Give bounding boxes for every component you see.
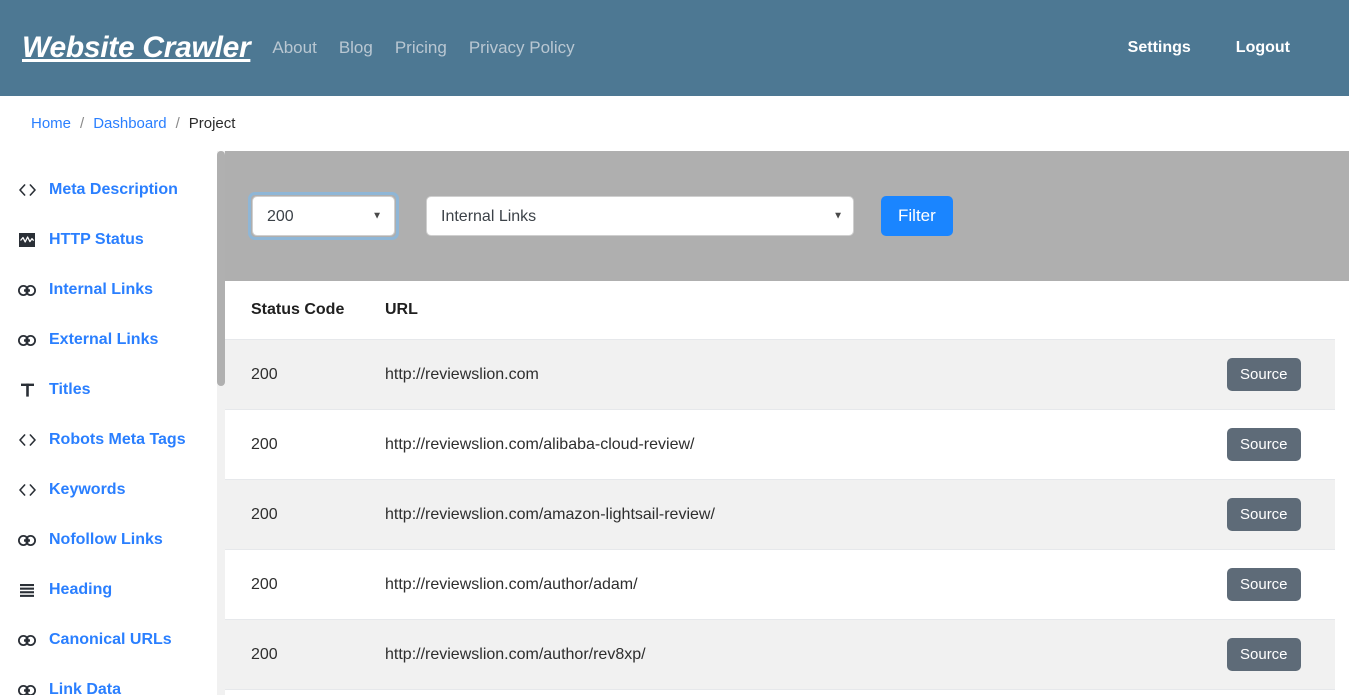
table-header-row: Status Code URL xyxy=(225,281,1335,340)
sidebar-item-label: Internal Links xyxy=(49,281,154,298)
cell-action: Source xyxy=(1227,409,1335,480)
code-brackets-icon xyxy=(16,434,38,446)
cell-status-code: 200 xyxy=(225,339,372,410)
link-chain-icon xyxy=(16,634,38,646)
table-row: 200 http://reviewslion.com/author/rev8xp… xyxy=(225,619,1335,690)
nav-link-privacy-policy[interactable]: Privacy Policy xyxy=(469,38,575,58)
table-row: 200 http://reviewslion.com/alibaba-cloud… xyxy=(225,409,1335,480)
cell-status-code: 200 xyxy=(225,409,372,480)
cell-url: http://reviewslion.com/alibaba-cloud-rev… xyxy=(372,409,1227,480)
sidebar-item-canonical-urls[interactable]: Canonical URLs xyxy=(0,615,225,665)
column-header-status-code: Status Code xyxy=(225,281,372,340)
cell-url: http://reviewslion.com/amazon-lightsail-… xyxy=(372,479,1227,550)
source-button[interactable]: Source xyxy=(1227,428,1301,461)
sidebar-item-meta-description[interactable]: Meta Description xyxy=(0,165,225,215)
sidebar-scrollbar[interactable] xyxy=(217,151,225,695)
sidebar-item-keywords[interactable]: Keywords xyxy=(0,465,225,515)
account-nav-links: Settings Logout xyxy=(1128,39,1325,57)
status-code-select-wrapper[interactable]: 200 ▼ xyxy=(248,192,399,240)
sidebar-scrollbar-thumb[interactable] xyxy=(217,151,225,386)
source-button[interactable]: Source xyxy=(1227,568,1301,601)
code-brackets-icon xyxy=(16,484,38,496)
cell-status-code: 200 xyxy=(225,479,372,550)
cell-url: http://reviewslion.com/author/rev8xp/ xyxy=(372,619,1227,690)
sidebar-item-label: External Links xyxy=(49,331,159,348)
sidebar-item-label: Keywords xyxy=(49,481,126,498)
sidebar-item-label: Link Data xyxy=(49,681,122,695)
breadcrumb-item-home[interactable]: Home xyxy=(31,115,71,132)
sidebar-item-label: Heading xyxy=(49,581,113,598)
breadcrumb: Home / Dashboard / Project xyxy=(0,96,1349,151)
source-button[interactable]: Source xyxy=(1227,358,1301,391)
cell-url: http://reviewslion.com/author/adam/ xyxy=(372,549,1227,620)
nav-link-settings[interactable]: Settings xyxy=(1128,39,1191,57)
sidebar-item-titles[interactable]: Titles xyxy=(0,365,225,415)
code-brackets-icon xyxy=(16,184,38,196)
results-table-container: Status Code URL 200 http://reviewslion.c… xyxy=(225,281,1335,695)
sidebar-item-label: HTTP Status xyxy=(49,231,144,248)
cell-action: Source xyxy=(1227,619,1335,690)
top-navigation-bar: Website Crawler About Blog Pricing Priva… xyxy=(0,0,1349,96)
cell-url: http://reviewslion.com xyxy=(372,339,1227,410)
link-type-select[interactable]: Internal Links xyxy=(426,196,854,236)
cell-url: http://reviewslion.com/author/rev8xp/pag… xyxy=(372,689,1227,695)
link-chain-icon xyxy=(16,284,38,296)
page-body: Meta Description HTTP Status Internal Li… xyxy=(0,151,1349,695)
table-row: 200 http://reviewslion.com/author/adam/ … xyxy=(225,549,1335,620)
cell-action: Source xyxy=(1227,479,1335,550)
sidebar-item-robots-meta-tags[interactable]: Robots Meta Tags xyxy=(0,415,225,465)
text-t-icon xyxy=(16,383,38,397)
link-chain-icon xyxy=(16,534,38,546)
source-button[interactable]: Source xyxy=(1227,638,1301,671)
filter-button[interactable]: Filter xyxy=(881,196,953,236)
table-row: 200 http://reviewslion.com/amazon-lights… xyxy=(225,479,1335,550)
breadcrumb-item-project: Project xyxy=(188,115,236,132)
status-code-select[interactable]: 200 xyxy=(252,196,395,236)
nav-link-logout[interactable]: Logout xyxy=(1236,39,1290,57)
nav-link-about[interactable]: About xyxy=(272,38,316,58)
breadcrumb-separator: / xyxy=(175,115,180,132)
sidebar-item-label: Robots Meta Tags xyxy=(49,431,186,448)
sidebar-item-label: Titles xyxy=(49,381,91,398)
sidebar-item-label: Canonical URLs xyxy=(49,631,172,648)
breadcrumb-separator: / xyxy=(80,115,85,132)
cell-action: Source xyxy=(1227,339,1335,410)
breadcrumb-item-dashboard[interactable]: Dashboard xyxy=(93,115,166,132)
cell-action: Source xyxy=(1227,549,1335,620)
results-table: Status Code URL 200 http://reviewslion.c… xyxy=(225,281,1335,695)
table-row: 200 http://reviewslion.com Source xyxy=(225,339,1335,410)
column-header-action xyxy=(1227,281,1335,340)
cell-status-code: 200 xyxy=(225,549,372,620)
source-button[interactable]: Source xyxy=(1227,498,1301,531)
primary-nav-links: About Blog Pricing Privacy Policy xyxy=(272,38,574,58)
sidebar-item-internal-links[interactable]: Internal Links xyxy=(0,265,225,315)
table-head: Status Code URL xyxy=(225,281,1335,340)
sidebar-item-http-status[interactable]: HTTP Status xyxy=(0,215,225,265)
sidebar-item-link-data[interactable]: Link Data xyxy=(0,665,225,695)
table-row: 200 http://reviewslion.com/author/rev8xp… xyxy=(225,689,1335,695)
list-lines-icon xyxy=(16,583,38,597)
link-chain-icon xyxy=(16,684,38,695)
nav-link-blog[interactable]: Blog xyxy=(339,38,373,58)
sidebar-item-heading[interactable]: Heading xyxy=(0,565,225,615)
sidebar-item-label: Meta Description xyxy=(49,181,178,198)
cell-status-code: 200 xyxy=(225,619,372,690)
sidebar-item-external-links[interactable]: External Links xyxy=(0,315,225,365)
table-body: 200 http://reviewslion.com Source 200 ht… xyxy=(225,339,1335,695)
nav-link-pricing[interactable]: Pricing xyxy=(395,38,447,58)
sidebar-item-nofollow-links[interactable]: Nofollow Links xyxy=(0,515,225,565)
cell-status-code: 200 xyxy=(225,689,372,695)
link-type-select-wrapper[interactable]: Internal Links ▼ xyxy=(426,196,854,236)
main-content: 200 ▼ Internal Links ▼ Filter Status Cod… xyxy=(225,151,1349,695)
sidebar-navigation: Meta Description HTTP Status Internal Li… xyxy=(0,151,225,695)
link-chain-icon xyxy=(16,334,38,346)
cell-action: Source xyxy=(1227,689,1335,695)
brand-logo[interactable]: Website Crawler xyxy=(22,31,251,65)
filter-panel: 200 ▼ Internal Links ▼ Filter xyxy=(225,151,1349,281)
column-header-url: URL xyxy=(372,281,1227,340)
pulse-chart-icon xyxy=(16,233,38,247)
sidebar-item-label: Nofollow Links xyxy=(49,531,163,548)
